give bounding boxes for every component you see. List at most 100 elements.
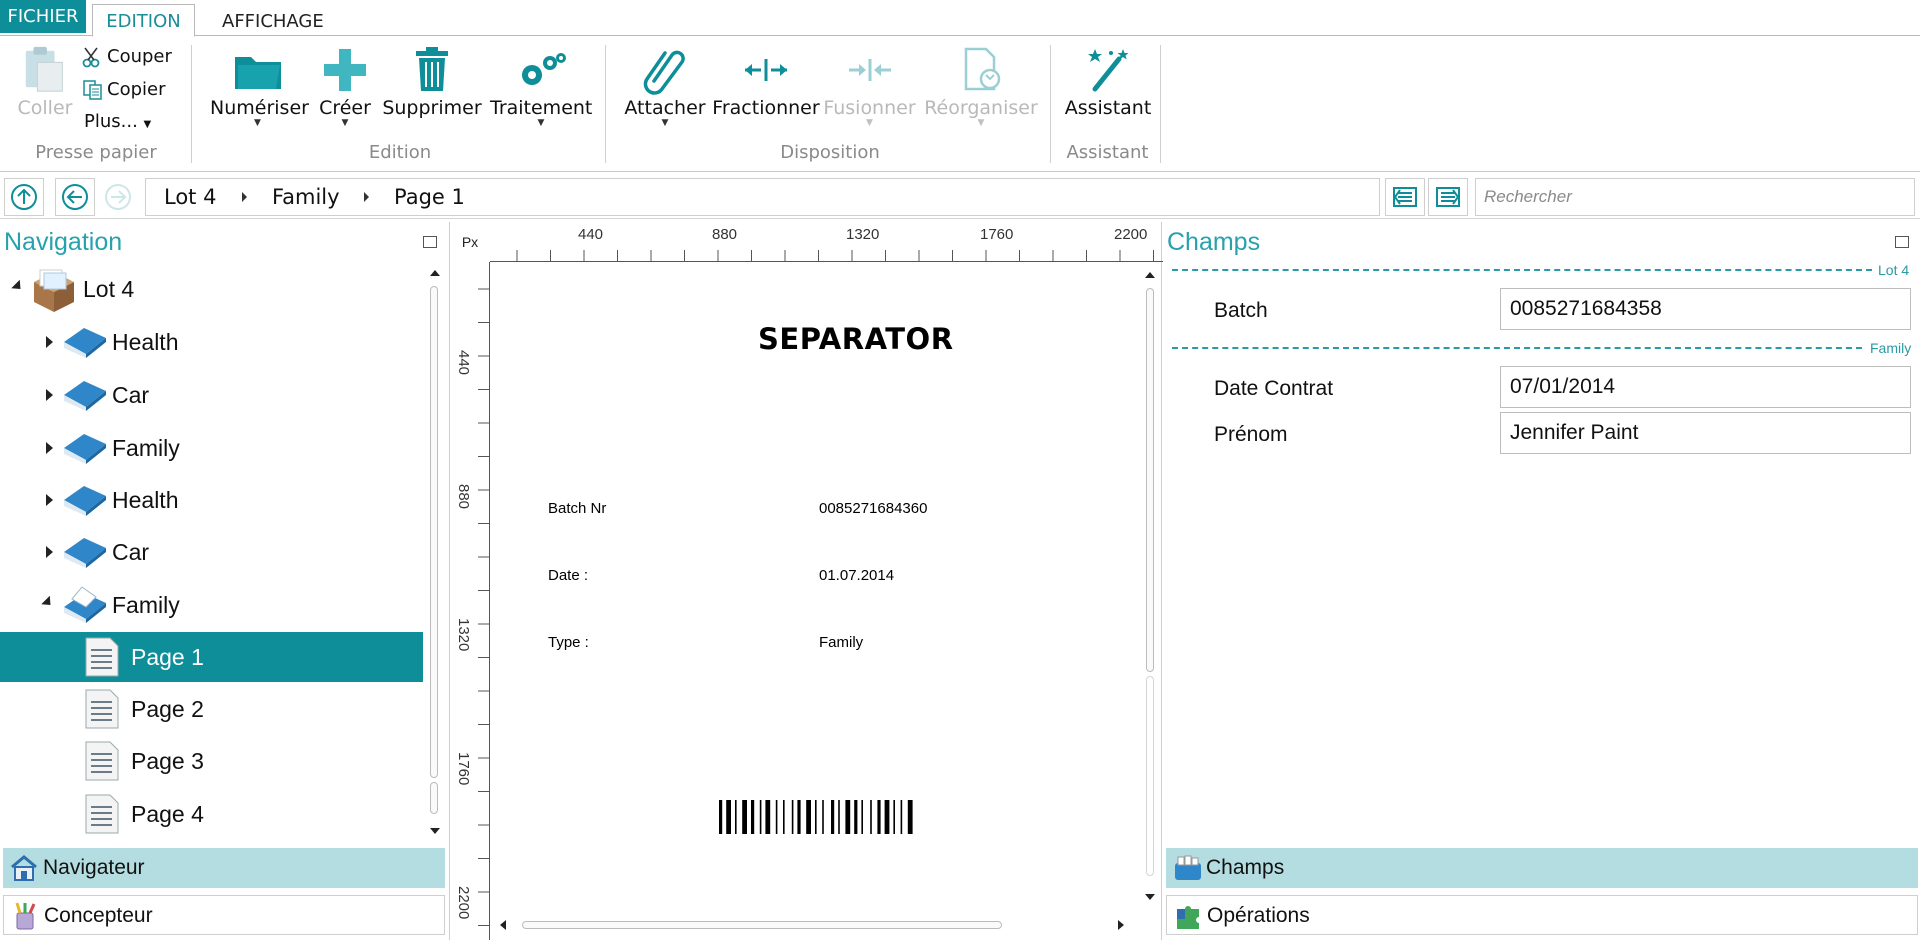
merge-arrows-icon bbox=[848, 59, 891, 81]
breadcrumb-item[interactable]: Page 1 bbox=[394, 179, 465, 215]
attach-button[interactable]: Attacher ▼ bbox=[620, 45, 710, 128]
ruler-label: 2200 bbox=[455, 886, 472, 920]
page-icon bbox=[85, 741, 119, 781]
tree-item-page-selected[interactable]: Page 1 bbox=[0, 632, 423, 682]
barcode-bar bbox=[900, 800, 903, 834]
create-button[interactable]: Créer ▼ bbox=[315, 45, 375, 128]
process-button[interactable]: Traitement ▼ bbox=[490, 45, 592, 128]
dock-fields[interactable]: Champs bbox=[1166, 848, 1918, 888]
barcode-bar bbox=[791, 800, 794, 834]
book-icon bbox=[64, 486, 106, 516]
scroll-right-icon[interactable] bbox=[1118, 920, 1124, 930]
expander-collapsed-icon[interactable] bbox=[46, 336, 53, 348]
app-window: FICHIER EDITION AFFICHAGE Coller Couper bbox=[0, 0, 1920, 940]
expander-expanded-icon[interactable] bbox=[41, 595, 55, 610]
clipboard-icon bbox=[25, 46, 63, 92]
tree-item-folder[interactable]: Car bbox=[0, 527, 423, 577]
tab-view[interactable]: AFFICHAGE bbox=[222, 0, 324, 36]
reorganize-button[interactable]: Réorganiser ▼ bbox=[922, 45, 1040, 128]
expander-collapsed-icon[interactable] bbox=[46, 494, 53, 506]
pin-icon[interactable] bbox=[1895, 236, 1909, 248]
ruler-label: 880 bbox=[455, 484, 472, 510]
tree-scrollbar[interactable] bbox=[430, 286, 438, 778]
merge-button[interactable]: Fusionner ▼ bbox=[822, 45, 917, 128]
scissors-icon bbox=[82, 47, 100, 68]
split-button[interactable]: Fractionner bbox=[712, 45, 820, 119]
expand-panel-button[interactable] bbox=[1428, 178, 1468, 216]
copy-button[interactable]: Copier bbox=[82, 75, 165, 105]
expander-collapsed-icon[interactable] bbox=[46, 546, 53, 558]
tree-item-folder[interactable]: Family bbox=[0, 580, 423, 630]
tree-item-folder[interactable]: Car bbox=[0, 370, 423, 420]
ribbon-separator bbox=[1160, 45, 1161, 163]
create-label: Créer bbox=[319, 97, 371, 119]
tab-edition[interactable]: EDITION bbox=[92, 4, 195, 37]
arrow-right-circle-icon bbox=[105, 184, 131, 210]
collapse-panel-button[interactable] bbox=[1385, 178, 1425, 216]
tree-item-page[interactable]: Page 4 bbox=[0, 789, 423, 839]
paste-button[interactable]: Coller bbox=[14, 45, 76, 119]
scroll-up-icon[interactable] bbox=[430, 270, 440, 276]
tree-item-folder[interactable]: Health bbox=[0, 475, 423, 525]
barcode-bar bbox=[854, 800, 858, 834]
document-title: SEPARATOR bbox=[758, 322, 954, 356]
ribbon-separator bbox=[1050, 45, 1051, 163]
page-icon bbox=[85, 689, 119, 729]
chevron-right-icon bbox=[364, 192, 369, 202]
batch-field[interactable]: 0085271684358 bbox=[1500, 288, 1911, 330]
arrow-up-circle-icon bbox=[11, 184, 37, 210]
navigate-back-button[interactable] bbox=[55, 178, 95, 216]
merge-label: Fusionner bbox=[823, 97, 916, 119]
attach-label: Attacher bbox=[624, 97, 706, 119]
cut-button[interactable]: Couper bbox=[82, 42, 172, 72]
tree-item-folder[interactable]: Family bbox=[0, 423, 423, 473]
dock-operations[interactable]: Opérations bbox=[1166, 895, 1918, 935]
more-button[interactable]: Plus... ▼ bbox=[84, 107, 151, 137]
viewer-horizontal-scrollbar[interactable] bbox=[522, 921, 1002, 929]
breadcrumb-item[interactable]: Lot 4 bbox=[164, 179, 216, 215]
book-open-icon bbox=[64, 586, 106, 623]
dock-designer[interactable]: Concepteur bbox=[3, 895, 445, 935]
expand-list-icon bbox=[1436, 187, 1460, 207]
pin-icon[interactable] bbox=[423, 236, 437, 248]
delete-button[interactable]: Supprimer bbox=[382, 45, 482, 119]
expander-expanded-icon[interactable] bbox=[11, 279, 25, 294]
scroll-up-icon[interactable] bbox=[1145, 272, 1155, 278]
breadcrumb-item[interactable]: Family bbox=[272, 179, 340, 215]
tree-item-label: Lot 4 bbox=[83, 276, 135, 302]
page-icon bbox=[85, 637, 119, 677]
tree-item-label: Car bbox=[112, 539, 150, 565]
viewer-vertical-scrollbar[interactable] bbox=[1146, 288, 1154, 672]
expander-collapsed-icon[interactable] bbox=[46, 442, 53, 454]
field-label: Prénom bbox=[1214, 423, 1288, 446]
tab-file[interactable]: FICHIER bbox=[0, 0, 86, 33]
ruler-label: 1760 bbox=[455, 752, 472, 786]
tree-item-folder[interactable]: Health bbox=[0, 317, 423, 367]
house-icon bbox=[11, 855, 37, 881]
scroll-down-icon[interactable] bbox=[430, 828, 440, 834]
expander-collapsed-icon[interactable] bbox=[46, 389, 53, 401]
magic-wand-icon bbox=[1088, 49, 1129, 92]
scan-button[interactable]: Numériser ▼ bbox=[210, 45, 309, 128]
tree-item-batch[interactable]: Lot 4 bbox=[0, 264, 423, 314]
navigate-up-button[interactable] bbox=[4, 178, 44, 216]
assistant-button[interactable]: Assistant bbox=[1062, 45, 1154, 119]
dropdown-caret-icon: ▼ bbox=[254, 118, 261, 128]
contract-date-field[interactable]: 07/01/2014 bbox=[1500, 366, 1911, 408]
barcode-bar bbox=[719, 800, 723, 834]
ruler-unit: Px bbox=[461, 234, 479, 250]
dropdown-caret-icon: ▼ bbox=[977, 118, 985, 128]
tree-item-label: Page 4 bbox=[131, 801, 204, 827]
dock-navigator[interactable]: Navigateur bbox=[3, 848, 445, 888]
first-name-field[interactable]: Jennifer Paint bbox=[1500, 412, 1911, 454]
tree-item-page[interactable]: Page 3 bbox=[0, 736, 423, 786]
tree-item-page[interactable]: Page 2 bbox=[0, 684, 423, 734]
barcode-bar bbox=[726, 800, 731, 834]
search-input[interactable]: Rechercher bbox=[1475, 178, 1915, 216]
navigate-forward-button[interactable] bbox=[98, 178, 138, 216]
tree-scrollbar-thumb[interactable] bbox=[430, 782, 438, 814]
viewer-scrollbar-track[interactable] bbox=[1146, 676, 1154, 876]
scroll-left-icon[interactable] bbox=[500, 920, 506, 930]
ruler-label: 1320 bbox=[455, 618, 472, 652]
scroll-down-icon[interactable] bbox=[1145, 894, 1155, 900]
